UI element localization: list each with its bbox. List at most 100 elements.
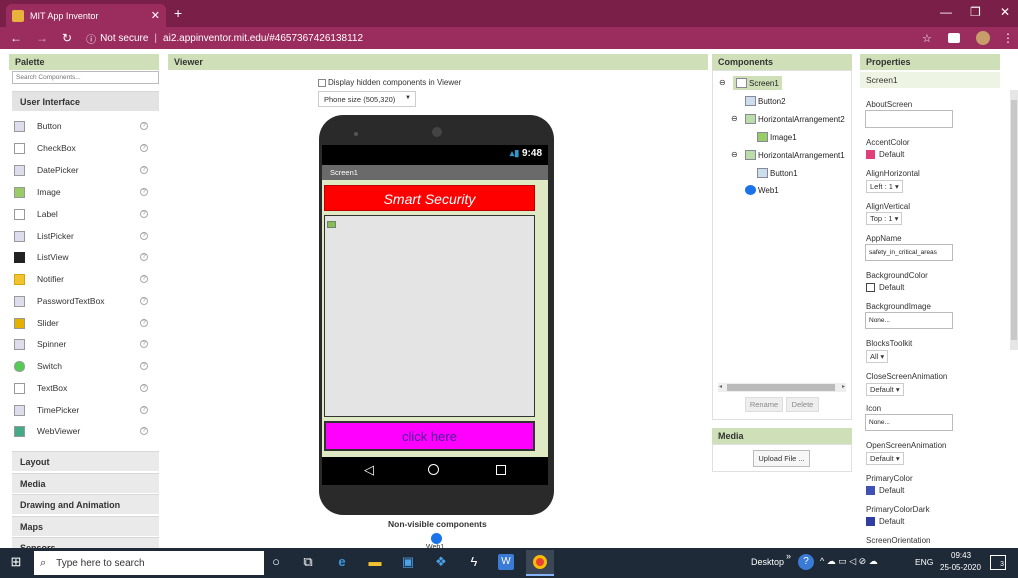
nav-home-icon[interactable] xyxy=(428,464,439,475)
help-icon[interactable]: ? xyxy=(140,384,148,392)
palette-item-webviewer[interactable]: WebViewer? xyxy=(14,422,154,440)
taskbar-search-box[interactable]: ⌕ Type here to search xyxy=(34,551,264,575)
new-tab-icon[interactable]: + xyxy=(174,5,182,21)
palette-search-input[interactable] xyxy=(12,71,159,84)
word-icon[interactable]: W xyxy=(498,554,514,570)
alignhorizontal-select[interactable]: Left : 1 ▾ xyxy=(866,180,903,193)
display-hidden-checkbox[interactable] xyxy=(318,78,326,87)
help-icon[interactable]: ? xyxy=(140,144,148,152)
forward-icon[interactable]: → xyxy=(36,31,48,45)
menu-icon[interactable]: ⋮ xyxy=(1002,31,1014,45)
collapse-icon[interactable]: ⊖ xyxy=(731,114,738,123)
backgroundimage-picker[interactable]: None... xyxy=(865,312,953,329)
smart-security-label[interactable]: Smart Security xyxy=(324,185,535,211)
category-drawing-animation[interactable]: Drawing and Animation xyxy=(12,494,159,514)
scroll-right-icon[interactable]: ▸ xyxy=(842,383,845,390)
components-scrollbar[interactable]: ◂ ▸ xyxy=(718,383,846,392)
click-here-button[interactable]: click here xyxy=(324,421,535,451)
palette-item-slider[interactable]: Slider? xyxy=(14,314,154,332)
clock-time[interactable]: 09:43 xyxy=(951,551,971,560)
help-icon[interactable]: ? xyxy=(140,406,148,414)
delete-button[interactable]: Delete xyxy=(786,397,819,412)
store-icon[interactable]: ▣ xyxy=(400,554,416,570)
help-icon[interactable]: ? xyxy=(140,253,148,261)
palette-item-passwordtextbox[interactable]: PasswordTextBox? xyxy=(14,292,154,310)
palette-item-label[interactable]: Label? xyxy=(14,205,154,223)
category-media[interactable]: Media xyxy=(12,473,159,493)
scrollbar-thumb[interactable] xyxy=(727,384,835,391)
help-icon[interactable]: ? xyxy=(140,210,148,218)
aboutscreen-textarea[interactable] xyxy=(865,110,953,128)
collapse-icon[interactable]: ⊖ xyxy=(731,150,738,159)
palette-item-switch[interactable]: Switch? xyxy=(14,357,154,375)
help-icon[interactable]: ? xyxy=(140,166,148,174)
category-user-interface[interactable]: User Interface xyxy=(12,91,159,111)
app-bolt-icon[interactable]: ϟ xyxy=(466,554,482,570)
dropbox-icon[interactable]: ❖ xyxy=(433,554,449,570)
url-field[interactable]: ai2.appinventor.mit.edu/#465736742613811… xyxy=(163,33,363,44)
notification-center-icon[interactable]: 3 xyxy=(990,555,1006,570)
help-icon[interactable]: ? xyxy=(140,427,148,435)
primarycolordark-picker[interactable]: Default xyxy=(866,517,904,527)
windows-start-icon[interactable]: ⊞ xyxy=(8,554,24,570)
palette-item-button[interactable]: Button? xyxy=(14,117,154,135)
properties-scrollbar[interactable] xyxy=(1010,90,1018,350)
category-layout[interactable]: Layout xyxy=(12,451,159,471)
edge-icon[interactable]: e xyxy=(334,554,350,570)
tab-close-icon[interactable]: ✕ xyxy=(151,9,160,22)
palette-item-spinner[interactable]: Spinner? xyxy=(14,335,154,353)
bookmark-star-icon[interactable]: ☆ xyxy=(922,32,932,45)
nav-back-icon[interactable]: ◁ xyxy=(364,462,374,478)
upload-file-button[interactable]: Upload File ... xyxy=(753,450,810,467)
scroll-left-icon[interactable]: ◂ xyxy=(719,383,722,390)
chrome-taskbar-button[interactable] xyxy=(526,550,554,576)
accentcolor-picker[interactable]: Default xyxy=(866,150,904,160)
profile-avatar[interactable] xyxy=(976,31,990,45)
help-icon[interactable]: ? xyxy=(140,275,148,283)
category-sensors[interactable]: Sensors xyxy=(12,537,159,548)
primarycolor-picker[interactable]: Default xyxy=(866,486,904,496)
alignvertical-select[interactable]: Top : 1 ▾ xyxy=(866,212,903,225)
file-explorer-icon[interactable]: ▬ xyxy=(367,554,383,570)
help-icon[interactable]: ? xyxy=(140,362,148,370)
palette-item-image[interactable]: Image? xyxy=(14,183,154,201)
icon-picker[interactable]: None... xyxy=(865,414,953,431)
window-close-icon[interactable]: ✕ xyxy=(1000,5,1010,19)
task-view-icon[interactable]: ⧉ xyxy=(300,554,316,570)
help-icon[interactable]: ? xyxy=(140,188,148,196)
toolbar-expand-icon[interactable]: » xyxy=(786,551,791,561)
palette-item-textbox[interactable]: TextBox? xyxy=(14,379,154,397)
scrollbar-thumb[interactable] xyxy=(1011,100,1017,340)
blockstoolkit-select[interactable]: All ▾ xyxy=(866,350,889,363)
horizontal-arrangement-2[interactable] xyxy=(324,215,535,417)
info-icon[interactable]: ⓘ xyxy=(86,31,96,46)
openscreenanimation-select[interactable]: Default ▾ xyxy=(866,452,904,465)
minimize-icon[interactable]: — xyxy=(940,5,952,19)
phone-size-select[interactable]: Phone size (505,320) ▼ xyxy=(318,91,416,107)
image1-placeholder-icon[interactable] xyxy=(327,221,336,228)
display-hidden-toggle[interactable]: Display hidden components in Viewer xyxy=(318,78,461,87)
tray-icons[interactable]: ^ ☁ ▭ ◁ ⊘ ☁ xyxy=(820,556,878,567)
maximize-icon[interactable]: ❐ xyxy=(970,5,981,19)
extension-icon[interactable] xyxy=(948,33,960,43)
browser-tab[interactable]: MIT App Inventor ✕ xyxy=(6,4,166,27)
help-icon[interactable]: ? xyxy=(140,232,148,240)
language-indicator[interactable]: ENG xyxy=(915,557,933,567)
palette-item-timepicker[interactable]: TimePicker? xyxy=(14,401,154,419)
tree-item-screen1[interactable]: Screen1 xyxy=(733,76,782,90)
reload-icon[interactable]: ↻ xyxy=(62,31,72,45)
palette-item-notifier[interactable]: Notifier? xyxy=(14,270,154,288)
help-app-icon[interactable]: ? xyxy=(798,554,814,570)
web1-globe-icon[interactable] xyxy=(431,533,442,544)
help-icon[interactable]: ? xyxy=(140,297,148,305)
tree-item-horizontalarrangement2[interactable]: HorizontalArrangement2 xyxy=(745,114,845,124)
collapse-icon[interactable]: ⊖ xyxy=(719,78,726,87)
tree-item-button2[interactable]: Button2 xyxy=(745,96,786,106)
help-icon[interactable]: ? xyxy=(140,122,148,130)
palette-item-checkbox[interactable]: CheckBox? xyxy=(14,139,154,157)
closescreenanimation-select[interactable]: Default ▾ xyxy=(866,383,904,396)
tree-item-button1[interactable]: Button1 xyxy=(757,168,798,178)
appname-input[interactable]: safety_in_critical_areas xyxy=(865,244,953,261)
cortana-icon[interactable]: ○ xyxy=(268,554,284,570)
palette-item-listview[interactable]: ListView? xyxy=(14,248,154,266)
